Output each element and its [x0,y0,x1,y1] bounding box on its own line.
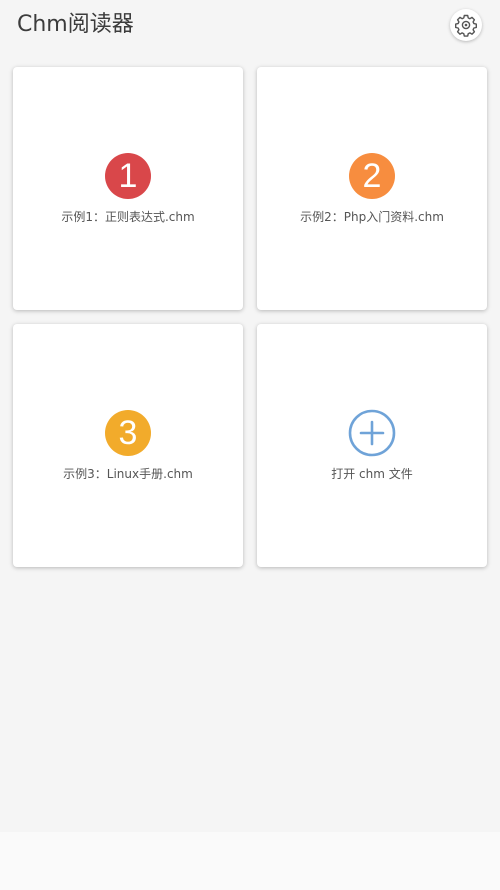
app-title: Chm阅读器 [17,12,134,37]
card-label: 示例1：正则表达式.chm [61,210,195,224]
sample-card-linux[interactable]: 3 示例3：Linux手册.chm [13,324,243,567]
card-label: 示例2：Php入门资料.chm [300,210,444,224]
gear-icon [454,13,478,37]
sample-card-regex[interactable]: 1 示例1：正则表达式.chm [13,67,243,310]
bottom-area [0,832,500,890]
open-chm-file-card[interactable]: 打开 chm 文件 [257,324,487,567]
card-label: 打开 chm 文件 [331,467,413,481]
settings-button[interactable] [450,9,482,41]
number-badge-2: 2 [349,153,395,199]
number-badge-3: 3 [105,410,151,456]
add-circle-icon [348,409,396,457]
sample-card-php[interactable]: 2 示例2：Php入门资料.chm [257,67,487,310]
card-label: 示例3：Linux手册.chm [63,467,193,481]
app-bar: Chm阅读器 [0,0,500,52]
number-badge-1: 1 [105,153,151,199]
